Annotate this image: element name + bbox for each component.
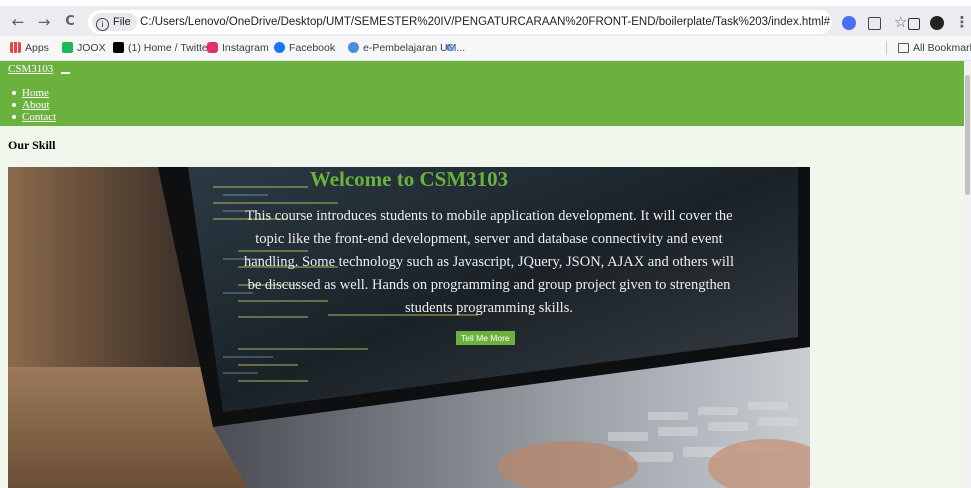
hero-banner: Welcome to CSM3103 This course introduce… xyxy=(8,167,810,488)
x-twitter-icon xyxy=(113,42,124,53)
bookmark-label: Facebook xyxy=(289,42,336,54)
bookmark-star-icon[interactable]: ☆ xyxy=(894,10,907,34)
brand-link[interactable]: CSM3103 xyxy=(8,63,53,75)
section-title: Our Skill xyxy=(8,138,56,152)
site-info-label: File xyxy=(113,16,131,28)
folder-icon xyxy=(898,43,909,53)
nav-item-home[interactable]: Home xyxy=(11,87,56,99)
all-bookmarks-label: All Bookmarks xyxy=(913,42,971,54)
bookmark-apps[interactable]: Apps xyxy=(10,36,49,60)
apps-grid-icon xyxy=(10,42,21,53)
bookmark-label: (1) Home / Twitter xyxy=(128,42,212,54)
bookmark-facebook[interactable]: Facebook xyxy=(274,36,335,60)
tell-me-more-button[interactable]: Tell Me More xyxy=(456,331,515,345)
elearning-icon xyxy=(348,42,359,53)
menu-kebab-icon[interactable]: ⋮ xyxy=(952,12,971,32)
all-bookmarks[interactable]: All Bookmarks xyxy=(898,36,971,60)
puzzle-extensions-icon[interactable] xyxy=(868,17,881,30)
bookmark-joox[interactable]: JOOX xyxy=(62,36,106,60)
back-button[interactable]: ← xyxy=(8,12,28,32)
profile-avatar[interactable] xyxy=(930,16,944,30)
extension-icon[interactable] xyxy=(842,16,856,30)
nav-menu: Home About Contact xyxy=(11,87,56,123)
nav-item-contact[interactable]: Contact xyxy=(11,111,56,123)
hero-description: This course introduces students to mobil… xyxy=(244,208,734,316)
hero-title: Welcome to CSM3103 xyxy=(309,167,509,191)
bookmark-separator xyxy=(886,41,887,55)
joox-icon xyxy=(62,42,73,53)
page-scrollbar[interactable] xyxy=(964,61,971,488)
instagram-icon xyxy=(207,42,218,53)
nav-item-about[interactable]: About xyxy=(11,99,56,111)
bookmark-label: Apps xyxy=(25,42,49,54)
reload-button[interactable]: C xyxy=(60,12,80,32)
site-header: CSM3103 Home About Contact xyxy=(0,61,964,126)
facebook-icon xyxy=(274,42,285,53)
browser-toolbar: ← → C i File C:/Users/Lenovo/OneDrive/Des… xyxy=(0,6,971,36)
scrollbar-thumb[interactable] xyxy=(965,75,970,195)
side-panel-icon[interactable] xyxy=(908,18,920,30)
info-icon: i xyxy=(96,18,109,31)
bookmark-twitter[interactable]: (1) Home / Twitter xyxy=(113,36,211,60)
address-bar[interactable]: i File C:/Users/Lenovo/OneDrive/Desktop/U… xyxy=(88,10,907,34)
address-text[interactable]: C:/Users/Lenovo/OneDrive/Desktop/UMT/SEM… xyxy=(140,10,830,34)
bookmark-label: JOOX xyxy=(77,42,106,54)
google-icon: G xyxy=(446,42,455,54)
bookmarks-bar: Apps JOOX (1) Home / Twitter Instagram F… xyxy=(0,36,971,61)
site-info-chip[interactable]: i File xyxy=(92,13,137,31)
hamburger-icon[interactable] xyxy=(61,72,70,74)
bookmark-instagram[interactable]: Instagram xyxy=(207,36,269,60)
bookmark-google[interactable]: G xyxy=(446,36,454,60)
forward-button[interactable]: → xyxy=(34,12,54,32)
bookmark-label: Instagram xyxy=(222,42,269,54)
web-page: CSM3103 Home About Contact Our Skill Wel… xyxy=(0,61,964,488)
